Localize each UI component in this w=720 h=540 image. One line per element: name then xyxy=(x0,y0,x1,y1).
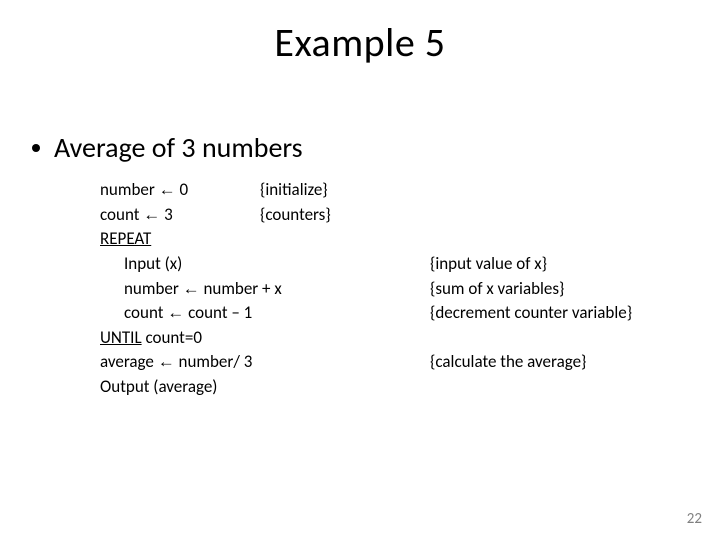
bullet-item: Average of 3 numbers xyxy=(32,130,303,165)
code-frag: 0 xyxy=(176,179,188,200)
bullet-text: Average of 3 numbers xyxy=(54,130,303,165)
pseudocode-block: number ← 0 {initialize} count ← 3 {count… xyxy=(100,178,660,400)
code-line: UNTIL count=0 xyxy=(100,326,660,351)
page-number: 22 xyxy=(687,510,702,528)
code-comment: {counters} xyxy=(260,203,331,228)
code-comment: {initialize} xyxy=(260,178,328,203)
code-text: average ← number/ 3 xyxy=(100,350,252,375)
code-line: number ← 0 {initialize} xyxy=(100,178,660,203)
code-frag: number xyxy=(100,179,159,200)
bullet-dot-icon xyxy=(32,144,40,152)
code-frag: number/ 3 xyxy=(175,351,253,372)
code-frag: number xyxy=(124,278,183,299)
arrow-icon: ← xyxy=(159,180,176,199)
code-text: number ← 0 xyxy=(100,178,188,203)
code-line: REPEAT xyxy=(100,227,660,252)
code-line: count ← 3 {counters} xyxy=(100,203,660,228)
code-frag: average xyxy=(100,351,158,372)
code-comment: {input value of x} xyxy=(430,252,547,277)
code-frag: count xyxy=(124,302,167,323)
code-keyword: UNTIL xyxy=(100,327,142,348)
code-text: UNTIL count=0 xyxy=(100,326,202,351)
code-line: number ← number + x {sum of x variables} xyxy=(100,277,660,302)
code-frag: count – 1 xyxy=(184,302,252,323)
arrow-icon: ← xyxy=(143,205,160,224)
arrow-icon: ← xyxy=(167,303,184,322)
code-line: Input (x) {input value of x} xyxy=(100,252,660,277)
code-text: count ← count – 1 xyxy=(124,301,252,326)
code-comment: {decrement counter variable} xyxy=(430,301,632,326)
slide: Example 5 Average of 3 numbers number ← … xyxy=(0,0,720,540)
code-frag: count=0 xyxy=(142,327,202,348)
code-text: count ← 3 xyxy=(100,203,173,228)
code-frag: 3 xyxy=(160,204,172,225)
code-line: average ← number/ 3 {calculate the avera… xyxy=(100,350,660,375)
code-frag: count xyxy=(100,204,143,225)
slide-title: Example 5 xyxy=(0,18,720,67)
code-line: count ← count – 1 {decrement counter var… xyxy=(100,301,660,326)
code-text: Output (average) xyxy=(100,375,217,400)
code-keyword: REPEAT xyxy=(100,227,151,252)
code-text: number ← number + x xyxy=(124,277,282,302)
code-text: Input (x) xyxy=(124,252,182,277)
arrow-icon: ← xyxy=(183,279,200,298)
arrow-icon: ← xyxy=(158,352,175,371)
code-frag: number + x xyxy=(200,278,282,299)
code-comment: {calculate the average} xyxy=(430,350,586,375)
code-line: Output (average) xyxy=(100,375,660,400)
code-comment: {sum of x variables} xyxy=(430,277,564,302)
